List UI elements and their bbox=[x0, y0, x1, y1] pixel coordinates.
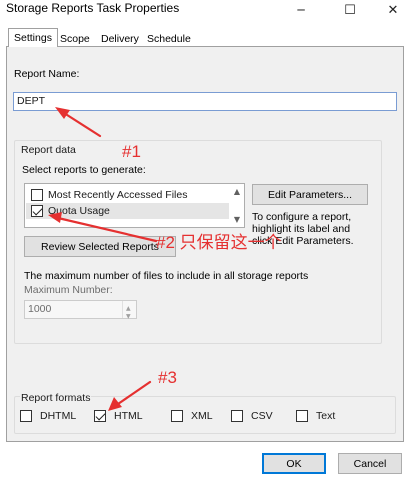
listbox-scrollbar[interactable]: ▲ ▼ bbox=[230, 184, 244, 227]
edit-parameters-button[interactable]: Edit Parameters... bbox=[252, 184, 368, 205]
report-formats-title: Report formats bbox=[20, 392, 92, 404]
stepper-down-icon[interactable]: ▼ bbox=[126, 310, 131, 323]
format-html[interactable]: HTML bbox=[94, 410, 143, 422]
reports-listbox[interactable]: Most Recently Accessed Files Quota Usage… bbox=[24, 183, 245, 228]
format-checkbox[interactable] bbox=[94, 410, 106, 422]
format-xml[interactable]: XML bbox=[171, 410, 213, 422]
max-number-value: 1000 bbox=[28, 303, 52, 315]
ok-button[interactable]: OK bbox=[262, 453, 326, 474]
help-text-line-1: To configure a report, bbox=[252, 211, 352, 223]
report-data-title: Report data bbox=[20, 144, 77, 156]
format-dhtml[interactable]: DHTML bbox=[20, 410, 76, 422]
report-name-input[interactable]: DEPT bbox=[13, 92, 397, 111]
minimize-button[interactable]: ─ bbox=[286, 0, 316, 20]
max-files-text: The maximum number of files to include i… bbox=[24, 270, 309, 282]
title-bar: Storage Reports Task Properties ─ ☐ ✕ bbox=[0, 0, 410, 22]
window-title: Storage Reports Task Properties bbox=[6, 1, 180, 15]
format-label: Text bbox=[316, 410, 336, 422]
report-label: Quota Usage bbox=[48, 205, 110, 217]
report-checkbox[interactable] bbox=[31, 189, 43, 201]
format-checkbox[interactable] bbox=[296, 410, 308, 422]
annotation-1: #1 bbox=[122, 142, 141, 161]
annotation-2: #2 只保留这一个 bbox=[156, 233, 282, 252]
format-checkbox[interactable] bbox=[20, 410, 32, 422]
report-name-label: Report Name: bbox=[14, 68, 80, 80]
report-label: Most Recently Accessed Files bbox=[48, 189, 188, 201]
stepper-arrows[interactable]: ▲ ▼ bbox=[122, 301, 136, 320]
list-item[interactable]: Most Recently Accessed Files bbox=[26, 187, 229, 203]
maximize-button[interactable]: ☐ bbox=[335, 0, 365, 20]
format-label: CSV bbox=[251, 410, 273, 422]
tab-schedule[interactable]: Schedule bbox=[144, 32, 194, 47]
max-number-stepper[interactable]: 1000 ▲ ▼ bbox=[24, 300, 137, 320]
format-checkbox[interactable] bbox=[231, 410, 243, 422]
tab-scope[interactable]: Scope bbox=[57, 32, 93, 47]
max-number-label: Maximum Number: bbox=[24, 284, 113, 296]
format-csv[interactable]: CSV bbox=[231, 410, 273, 422]
tab-delivery[interactable]: Delivery bbox=[98, 32, 142, 47]
format-label: DHTML bbox=[40, 410, 77, 422]
annotation-3: #3 bbox=[158, 368, 177, 387]
format-text[interactable]: Text bbox=[296, 410, 335, 422]
close-button[interactable]: ✕ bbox=[378, 0, 408, 20]
review-selected-reports-button[interactable]: Review Selected Reports bbox=[24, 236, 176, 257]
format-checkbox[interactable] bbox=[171, 410, 183, 422]
report-checkbox[interactable] bbox=[31, 205, 43, 217]
cancel-button[interactable]: Cancel bbox=[338, 453, 402, 474]
select-reports-label: Select reports to generate: bbox=[22, 164, 146, 176]
scroll-up-icon[interactable]: ▲ bbox=[232, 186, 242, 196]
list-item[interactable]: Quota Usage bbox=[26, 203, 229, 219]
format-label: XML bbox=[191, 410, 213, 422]
format-label: HTML bbox=[114, 410, 143, 422]
scroll-down-icon[interactable]: ▼ bbox=[232, 214, 242, 224]
tab-settings[interactable]: Settings bbox=[8, 28, 58, 47]
